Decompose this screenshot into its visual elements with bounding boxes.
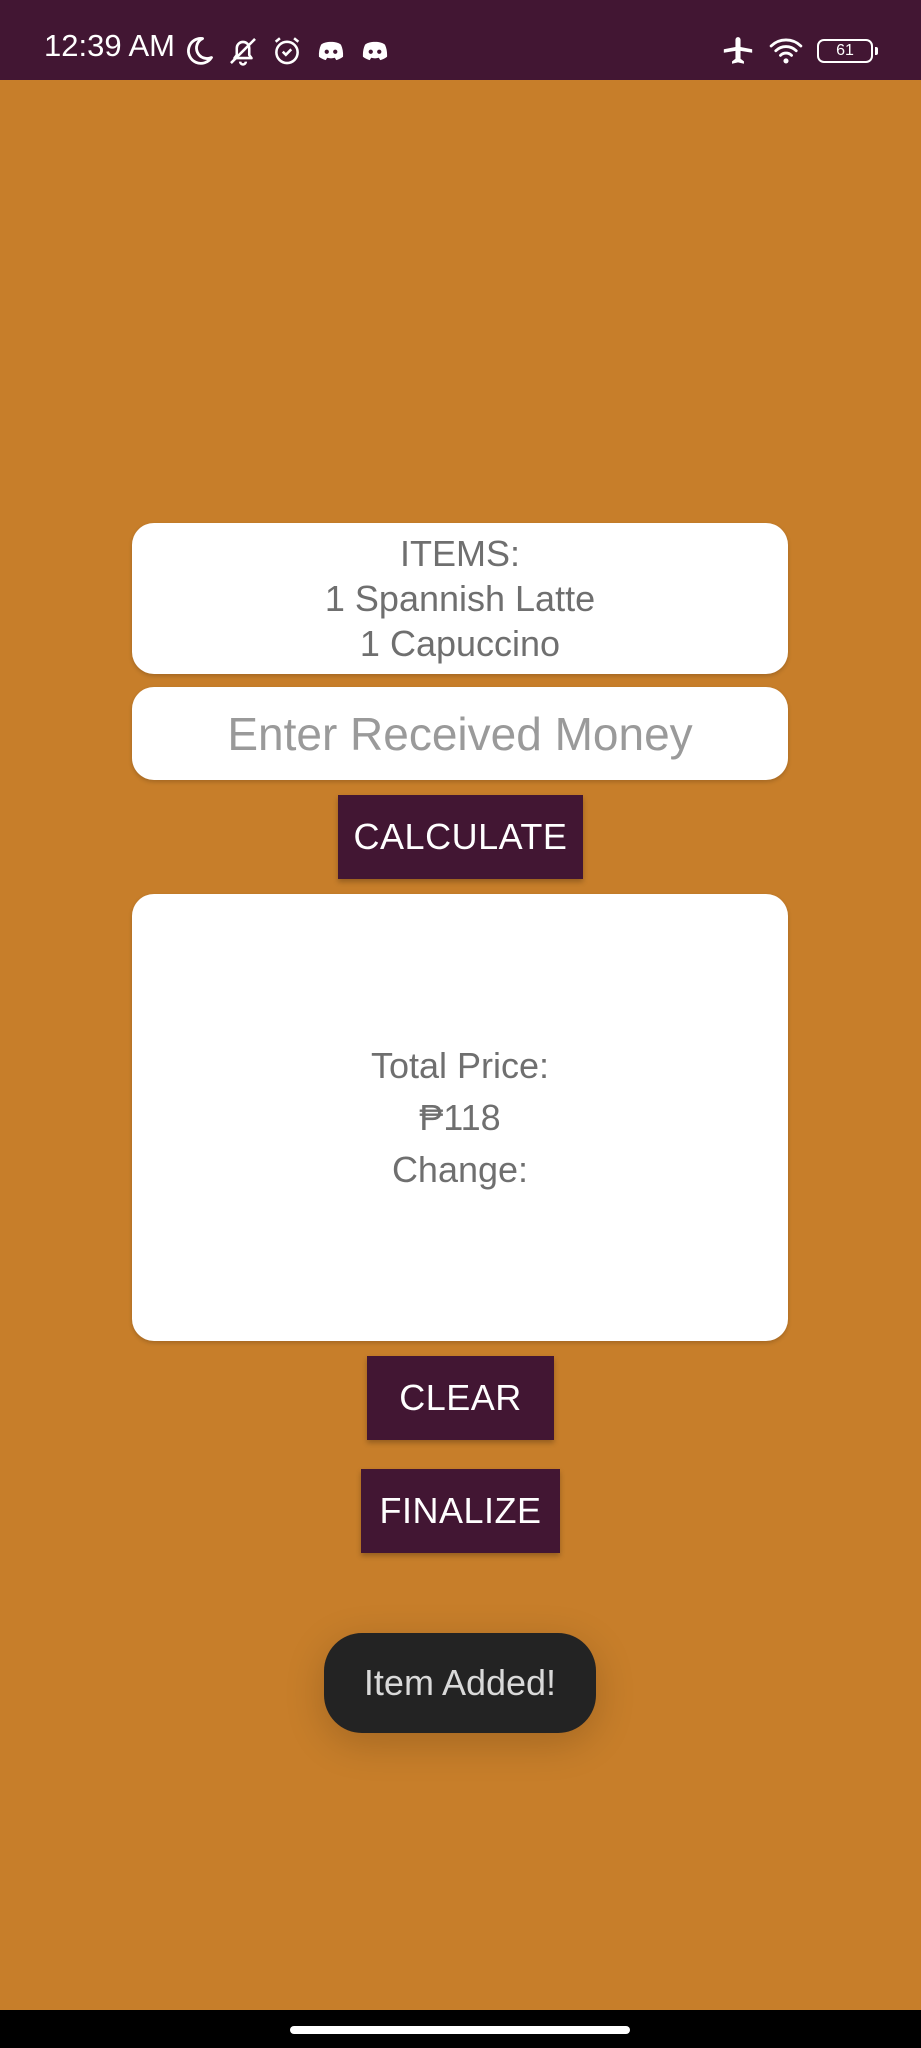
toast-message: Item Added!	[324, 1633, 596, 1733]
clear-button[interactable]: CLEAR	[367, 1356, 554, 1440]
home-indicator[interactable]	[290, 2026, 630, 2034]
battery-level: 61	[836, 42, 854, 59]
wifi-icon	[769, 38, 803, 64]
change-label: Change:	[391, 1148, 529, 1190]
total-price-value: ₱118	[419, 1096, 501, 1138]
navigation-bar	[0, 2010, 921, 2048]
discord-icon	[318, 41, 344, 61]
list-item: 1 Spannish Latte	[324, 578, 596, 619]
status-time: 12:39 AM	[44, 28, 175, 63]
result-card: Total Price: ₱118 Change:	[132, 894, 788, 1341]
status-icons-left	[182, 34, 392, 68]
finalize-button[interactable]: FINALIZE	[361, 1469, 560, 1553]
items-heading: ITEMS:	[399, 533, 520, 574]
received-money-input[interactable]	[132, 687, 788, 780]
bell-off-icon	[230, 38, 256, 66]
battery-icon: 61	[817, 39, 878, 63]
list-item: 1 Capuccino	[359, 623, 561, 664]
status-icons-right: 61	[721, 34, 878, 68]
discord-icon	[362, 41, 388, 61]
airplane-icon	[723, 37, 753, 64]
alarm-icon	[274, 37, 300, 65]
calculate-button[interactable]: CALCULATE	[338, 795, 583, 879]
status-bar: 12:39 AM 61	[0, 0, 921, 80]
moon-icon	[187, 37, 213, 65]
items-card: ITEMS: 1 Spannish Latte 1 Capuccino	[132, 523, 788, 674]
total-price-label: Total Price:	[370, 1044, 550, 1086]
